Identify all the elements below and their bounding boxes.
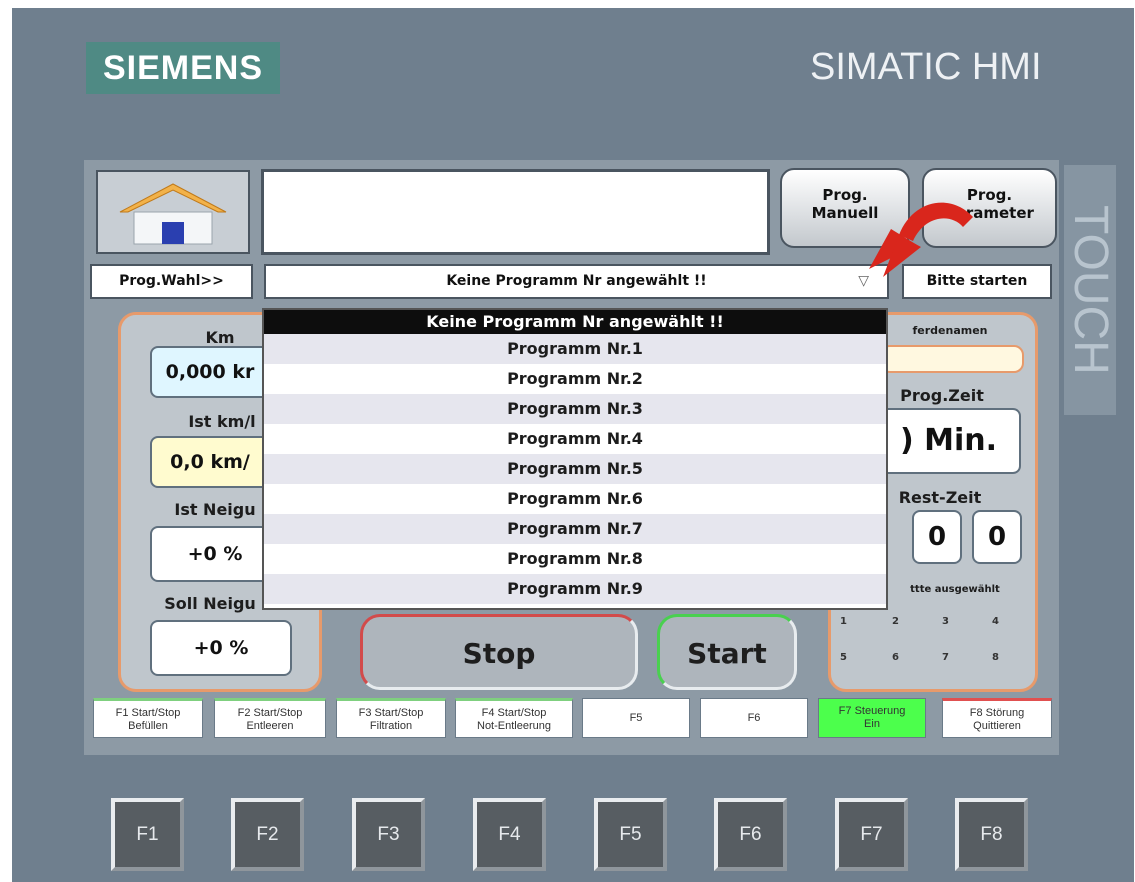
fkey-label-f3[interactable]: F3 Start/Stop Filtration [336, 698, 446, 738]
hw-key-f8[interactable]: F8 [955, 798, 1028, 871]
fkey-label-f7[interactable]: F7 Steuerung Ein [818, 698, 926, 738]
soll-neigung-label: Soll Neigu [164, 594, 256, 613]
prog-zeit-field: ) Min. [876, 408, 1021, 474]
num-1: 1 [840, 616, 847, 627]
dropdown-option-5[interactable]: Programm Nr.5 [264, 454, 886, 484]
dropdown-option-6[interactable]: Programm Nr.6 [264, 484, 886, 514]
siemens-logo: SIEMENS [86, 42, 280, 94]
num-2: 2 [892, 616, 899, 627]
hw-key-f3[interactable]: F3 [352, 798, 425, 871]
house-icon [119, 183, 227, 245]
hw-key-f1[interactable]: F1 [111, 798, 184, 871]
hw-key-f4[interactable]: F4 [473, 798, 546, 871]
message-display [261, 169, 770, 255]
prog-wahl-label: Prog.Wahl>> [90, 264, 253, 299]
soll-neigung-field: +0 % [150, 620, 292, 676]
km-label: Km [205, 328, 235, 347]
fkey-label-f1[interactable]: F1 Start/Stop Befüllen [93, 698, 203, 738]
rest-zeit-sec: 0 [972, 510, 1022, 564]
ist-neigung-field: +0 % [150, 526, 280, 582]
prog-zeit-label: Prog.Zeit [900, 386, 984, 405]
dropdown-option-8[interactable]: Programm Nr.8 [264, 544, 886, 574]
touch-label: TOUCH [1064, 165, 1117, 415]
program-select-dropdown[interactable]: Keine Programm Nr angewählt !! ▽ [264, 264, 889, 299]
dropdown-option-none[interactable]: Keine Programm Nr angewählt !! [264, 310, 886, 334]
dropdown-option-3[interactable]: Programm Nr.3 [264, 394, 886, 424]
home-button[interactable] [96, 170, 250, 254]
fkey-label-f5[interactable]: F5 [582, 698, 690, 738]
pferdenamen-label: ferdenamen [912, 324, 988, 337]
fkey-label-f8[interactable]: F8 Störung Quittieren [942, 698, 1052, 738]
program-select-value: Keine Programm Nr angewählt !! [446, 273, 707, 289]
hw-key-f6[interactable]: F6 [714, 798, 787, 871]
rest-zeit-label: Rest-Zeit [898, 488, 982, 507]
ist-speed-field: 0,0 km/ [150, 436, 270, 488]
hw-key-f7[interactable]: F7 [835, 798, 908, 871]
num-3: 3 [942, 616, 949, 627]
dropdown-option-7[interactable]: Programm Nr.7 [264, 514, 886, 544]
annotation-arrow-icon [869, 202, 973, 277]
ist-neigung-label: Ist Neigu [174, 500, 256, 519]
ist-speed-label: Ist km/l [188, 412, 256, 431]
auswahl-label: ttte ausgewählt [910, 584, 1000, 595]
dropdown-option-2[interactable]: Programm Nr.2 [264, 364, 886, 394]
dropdown-option-4[interactable]: Programm Nr.4 [264, 424, 886, 454]
start-button[interactable]: Start [657, 614, 797, 690]
fkey-label-f6[interactable]: F6 [700, 698, 808, 738]
num-8: 8 [992, 652, 999, 663]
num-6: 6 [892, 652, 899, 663]
num-5: 5 [840, 652, 847, 663]
program-dropdown-list: Keine Programm Nr angewählt !! Programm … [262, 308, 888, 610]
fkey-label-f2[interactable]: F2 Start/Stop Entleeren [214, 698, 326, 738]
num-7: 7 [942, 652, 949, 663]
pferdenamen-field [880, 345, 1024, 373]
simatic-hmi-label: SIMATIC HMI [810, 46, 1042, 88]
fkey-label-f4[interactable]: F4 Start/Stop Not-Entleerung [455, 698, 573, 738]
dropdown-option-1[interactable]: Programm Nr.1 [264, 334, 886, 364]
rest-zeit-min: 0 [912, 510, 962, 564]
hw-key-f5[interactable]: F5 [594, 798, 667, 871]
hw-key-f2[interactable]: F2 [231, 798, 304, 871]
dropdown-option-9[interactable]: Programm Nr.9 [264, 574, 886, 604]
stop-button[interactable]: Stop [360, 614, 638, 690]
km-field: 0,000 kr [150, 346, 270, 398]
num-4: 4 [992, 616, 999, 627]
